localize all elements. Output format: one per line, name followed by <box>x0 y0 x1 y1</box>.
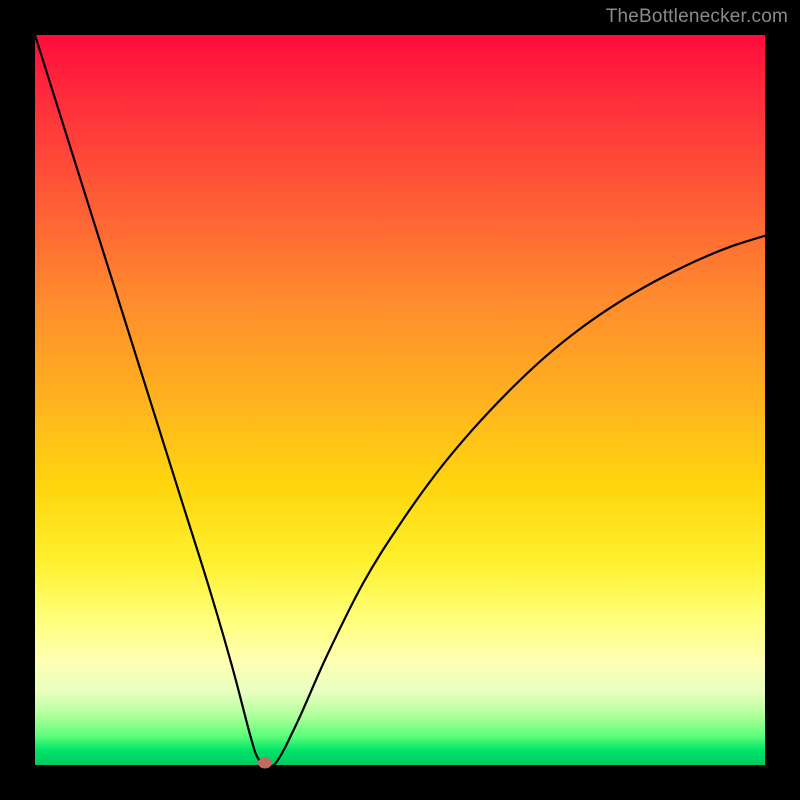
chart-frame: TheBottlenecker.com <box>0 0 800 800</box>
plot-area <box>35 35 765 765</box>
bottleneck-curve <box>35 35 765 765</box>
optimum-marker <box>258 757 272 768</box>
watermark-label: TheBottlenecker.com <box>606 6 788 28</box>
